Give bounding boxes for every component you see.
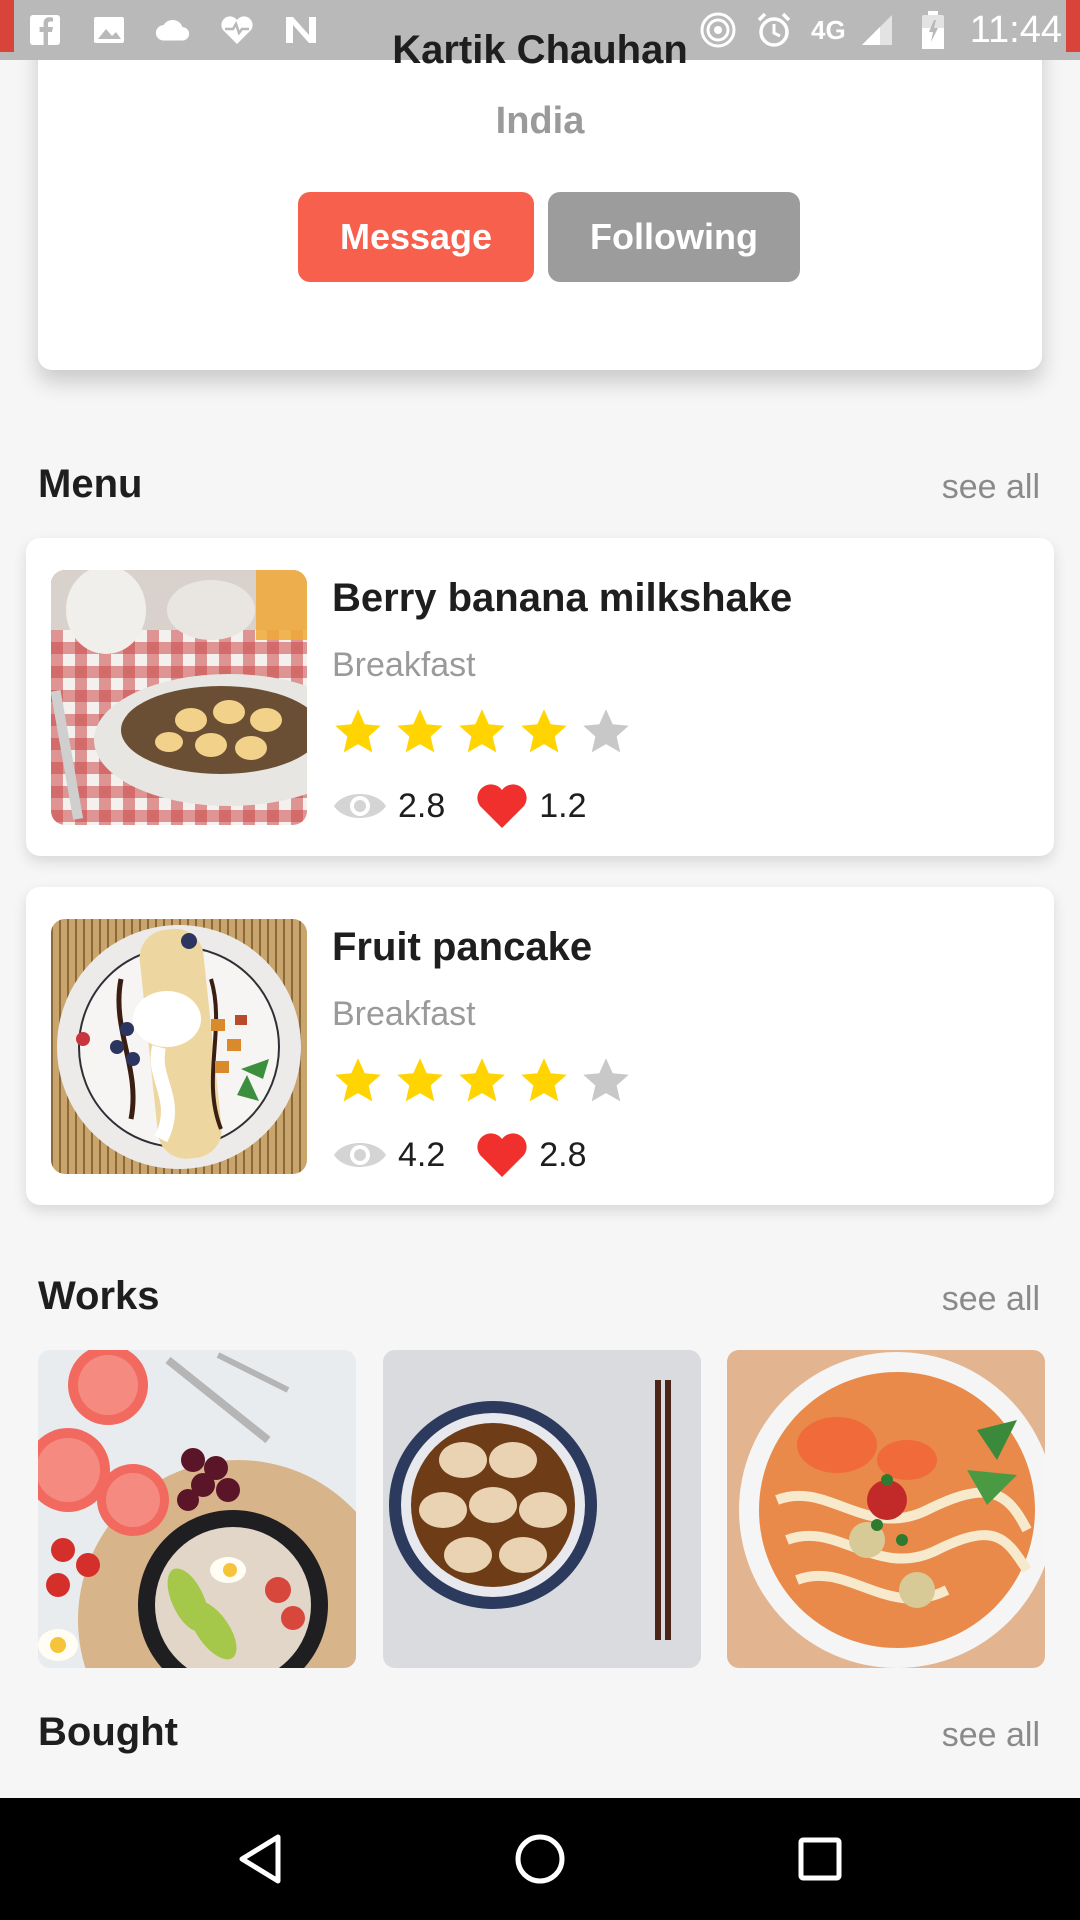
following-button[interactable]: Following: [548, 192, 800, 282]
bought-section-title: Bought: [38, 1710, 178, 1754]
rating-stars: [332, 706, 632, 758]
menu-item-stats: 4.2 2.8: [332, 1131, 617, 1179]
recents-icon[interactable]: [780, 1819, 860, 1899]
eye-icon: [334, 1143, 386, 1167]
profile-card: Kartik Chauhan India Message Following: [38, 0, 1042, 370]
eye-icon: [334, 794, 386, 818]
works-image[interactable]: [727, 1350, 1045, 1668]
home-icon[interactable]: [500, 1819, 580, 1899]
menu-item-card[interactable]: Berry banana milkshake Breakfast 2.8 1.2: [26, 538, 1054, 856]
star-icon: [459, 1058, 505, 1102]
menu-item-card[interactable]: Fruit pancake Breakfast 4.2 2.8: [26, 887, 1054, 1205]
star-icon: [397, 1058, 443, 1102]
menu-item-category: Breakfast: [332, 995, 476, 1033]
profile-country: India: [495, 100, 585, 142]
bought-see-all-link[interactable]: see all: [942, 1716, 1040, 1755]
views-count: 2.8: [398, 786, 446, 825]
rating-stars: [332, 1055, 632, 1107]
star-icon: [459, 709, 505, 753]
menu-item-stats: 2.8 1.2: [332, 782, 617, 830]
message-button[interactable]: Message: [298, 192, 534, 282]
views-count: 4.2: [398, 1135, 446, 1174]
star-icon: [335, 1058, 381, 1102]
menu-item-image: [51, 570, 307, 825]
menu-item-image: [51, 919, 307, 1174]
likes-count: 2.8: [539, 1135, 587, 1174]
profile-name: Kartik Chauhan: [392, 28, 688, 72]
heart-icon[interactable]: [475, 1131, 529, 1179]
menu-item-category: Breakfast: [332, 646, 476, 684]
heart-icon[interactable]: [475, 782, 529, 830]
star-empty-icon: [583, 1058, 629, 1102]
menu-see-all-link[interactable]: see all: [942, 468, 1040, 507]
works-section-title: Works: [38, 1274, 160, 1318]
star-icon: [335, 709, 381, 753]
works-see-all-link[interactable]: see all: [942, 1280, 1040, 1319]
works-image[interactable]: [383, 1350, 701, 1668]
likes-count: 1.2: [539, 786, 587, 825]
star-icon: [397, 709, 443, 753]
star-icon: [521, 709, 567, 753]
menu-item-title: Fruit pancake: [332, 925, 593, 969]
system-nav-bar: [0, 1798, 1080, 1920]
back-icon[interactable]: [220, 1819, 300, 1899]
menu-section-title: Menu: [38, 462, 143, 506]
works-image[interactable]: [38, 1350, 356, 1668]
star-empty-icon: [583, 709, 629, 753]
menu-item-title: Berry banana milkshake: [332, 576, 793, 620]
star-icon: [521, 1058, 567, 1102]
